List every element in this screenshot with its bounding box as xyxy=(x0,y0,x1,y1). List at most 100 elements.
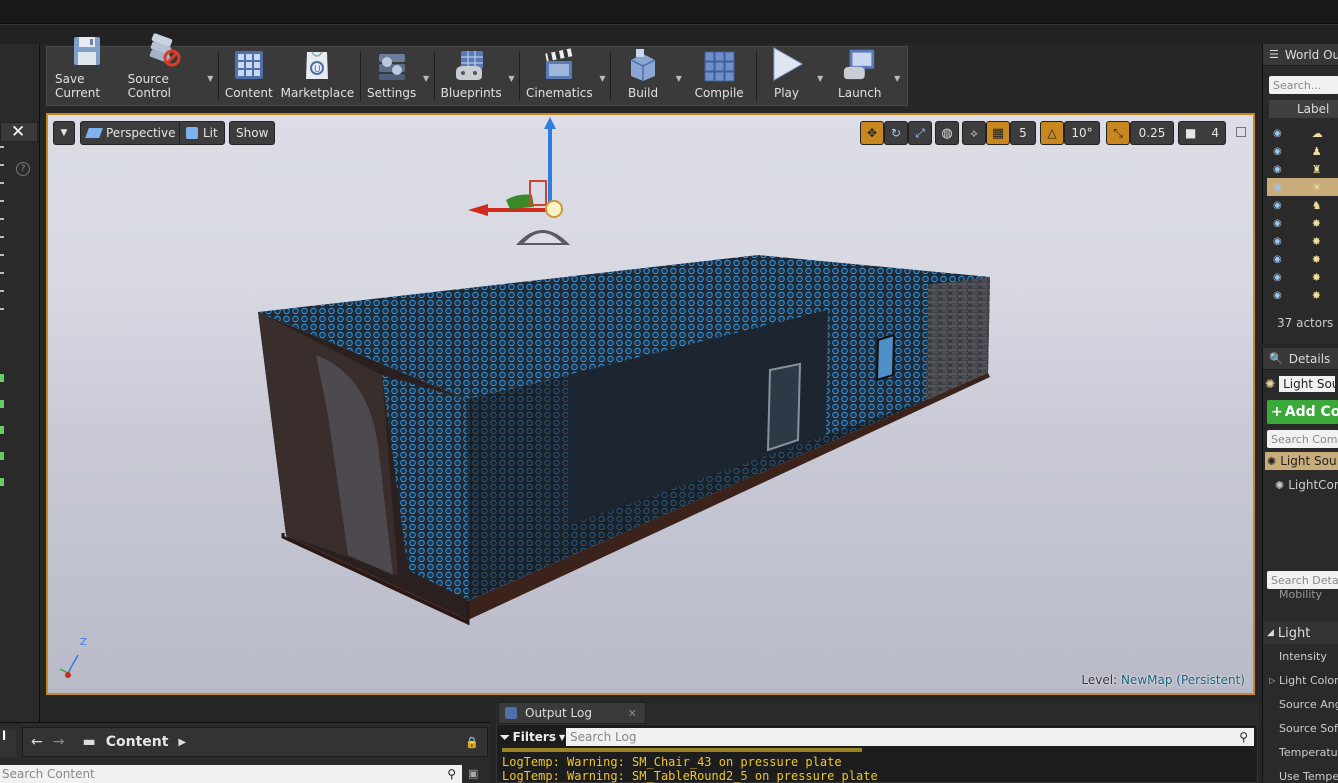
outliner-row[interactable]: ◉ ✸ xyxy=(1267,250,1338,268)
content-path[interactable]: Content xyxy=(106,734,169,750)
maximize-viewport-icon[interactable] xyxy=(1236,127,1246,137)
compile-button[interactable]: Compile xyxy=(685,49,754,103)
scale-mode-button[interactable]: ⤢ xyxy=(908,121,932,145)
scale-snap-label: 0.25 xyxy=(1138,126,1166,140)
build-button[interactable]: Build xyxy=(613,49,673,103)
translate-mode-button[interactable]: ✥ xyxy=(860,121,884,145)
scale-snap-toggle[interactable]: ⤡ xyxy=(1106,121,1130,145)
outliner-row[interactable]: ◉ ✸ xyxy=(1267,214,1338,232)
play-dropdown[interactable]: ▼ xyxy=(814,49,826,103)
visibility-eye-icon[interactable]: ◉ xyxy=(1273,254,1282,265)
outliner-column-header[interactable]: Label xyxy=(1269,100,1338,118)
back-arrow-icon[interactable]: ← xyxy=(31,734,43,750)
camera-speed-button[interactable]: ■ 4 xyxy=(1178,121,1226,145)
outliner-row[interactable]: ◉ ♞ xyxy=(1267,196,1338,214)
launch-dropdown[interactable]: ▼ xyxy=(891,49,903,103)
source-control-dropdown[interactable]: ▼ xyxy=(205,49,217,103)
outliner-row[interactable]: ◉ ☀ xyxy=(1267,178,1338,196)
launch-button[interactable]: Launch xyxy=(826,49,891,103)
visibility-eye-icon[interactable]: ◉ xyxy=(1273,182,1282,193)
expand-arrow-icon[interactable]: ▷ xyxy=(1269,676,1275,685)
label-column: Label xyxy=(1297,102,1330,116)
light-category-header[interactable]: ◢ Light xyxy=(1263,622,1338,644)
perspective-button[interactable]: Perspective xyxy=(80,121,183,145)
scene-render[interactable] xyxy=(48,115,1255,695)
output-log-tab[interactable]: Output Log ✕ xyxy=(498,702,646,724)
filters-button[interactable]: ⏷ Filters ▼ xyxy=(500,727,566,747)
rotation-snap-value[interactable]: 10° xyxy=(1064,121,1100,145)
details-tab[interactable]: 🔍 Details xyxy=(1263,348,1338,370)
log-line: LogTemp: Warning: SM_Chair_43 on pressur… xyxy=(502,755,842,769)
view-mode-button[interactable]: Lit xyxy=(179,121,225,145)
visibility-eye-icon[interactable]: ◉ xyxy=(1273,218,1282,229)
svg-text:U: U xyxy=(314,65,321,75)
property-label: Use Temper xyxy=(1279,770,1338,783)
details-search-input[interactable]: Search Deta xyxy=(1267,571,1338,589)
world-local-button[interactable]: ◍ xyxy=(935,121,959,145)
rotation-snap-toggle[interactable]: △ xyxy=(1040,121,1064,145)
content-search-input[interactable]: Search Content ⚲ xyxy=(0,765,462,783)
chevron-down-icon: ▼ xyxy=(558,732,566,742)
level-viewport[interactable]: ▼ Perspective Lit Show ✥ ↻ ⤢ ◍ ⟡ ▦ 5 △ 1… xyxy=(46,113,1255,695)
visibility-eye-icon[interactable]: ◉ xyxy=(1273,164,1282,175)
visibility-eye-icon[interactable]: ◉ xyxy=(1273,236,1282,247)
cinematics-dropdown[interactable]: ▼ xyxy=(597,49,609,103)
help-icon[interactable]: ? xyxy=(16,162,30,176)
build-dropdown[interactable]: ▼ xyxy=(673,49,685,103)
toolbar-separator xyxy=(218,51,219,101)
log-search-input[interactable]: Search Log ⚲ xyxy=(566,728,1254,746)
rotate-mode-button[interactable]: ↻ xyxy=(884,121,908,145)
settings-dropdown[interactable]: ▼ xyxy=(420,49,432,103)
content-search-placeholder: Search Content xyxy=(2,767,95,781)
blueprints-icon xyxy=(453,48,489,82)
world-outliner-tab[interactable]: ☰ World Ou xyxy=(1263,44,1338,66)
component-search-input[interactable]: Search Comp xyxy=(1267,430,1338,448)
visibility-eye-icon[interactable]: ◉ xyxy=(1273,128,1282,139)
toolbar-separator xyxy=(610,51,612,101)
add-component-button[interactable]: + Add Com xyxy=(1267,400,1338,424)
show-button[interactable]: Show xyxy=(229,121,276,145)
save-all-icon[interactable]: ▣ xyxy=(468,767,478,780)
forward-arrow-icon[interactable]: → xyxy=(53,734,65,750)
close-tab-icon[interactable]: ✕ xyxy=(628,707,637,720)
close-icon[interactable]: ✕ xyxy=(11,122,25,142)
grid-snap-toggle[interactable]: ▦ xyxy=(986,121,1010,145)
play-button[interactable]: Play xyxy=(758,47,814,103)
viewport-options-button[interactable]: ▼ xyxy=(53,121,75,145)
component-root-row[interactable]: ✺ Light Sou xyxy=(1265,452,1338,470)
path-arrow-icon[interactable]: ▶ xyxy=(178,737,186,748)
outliner-row[interactable]: ◉ ✸ xyxy=(1267,232,1338,250)
outliner-row[interactable]: ◉ ♟ xyxy=(1267,142,1338,160)
property-label: Intensity xyxy=(1279,650,1327,663)
outliner-row[interactable]: ◉ ☁ xyxy=(1267,124,1338,142)
outliner-row[interactable]: ◉ ✸ xyxy=(1267,286,1338,304)
marketplace-icon: U xyxy=(299,48,335,82)
outliner-search-input[interactable]: Search... xyxy=(1269,76,1338,94)
visibility-eye-icon[interactable]: ◉ xyxy=(1273,272,1282,283)
light-icon: ✺ xyxy=(1265,377,1276,391)
save-current-button[interactable]: Save Current xyxy=(51,37,124,103)
property-label: Temperatur xyxy=(1279,746,1338,759)
outliner-row[interactable]: ◉ ♜ xyxy=(1267,160,1338,178)
surface-snap-button[interactable]: ⟡ xyxy=(962,121,986,145)
grid-snap-value[interactable]: 5 xyxy=(1010,121,1036,145)
scale-snap-value[interactable]: 0.25 xyxy=(1130,121,1174,145)
blueprints-dropdown[interactable]: ▼ xyxy=(506,49,518,103)
settings-button[interactable]: Settings xyxy=(363,49,420,103)
actor-name-field[interactable]: Light Sou xyxy=(1279,376,1336,392)
toolbar-button-label: Play xyxy=(773,86,799,100)
blueprints-button[interactable]: Blueprints xyxy=(437,49,506,103)
outliner-row[interactable]: ◉ ✸ xyxy=(1267,268,1338,286)
component-child-row[interactable]: ✺ LightCom xyxy=(1275,476,1338,494)
content-button[interactable]: Content xyxy=(221,49,277,103)
visibility-eye-icon[interactable]: ◉ xyxy=(1273,200,1282,211)
visibility-eye-icon[interactable]: ◉ xyxy=(1273,290,1282,301)
actor-type-icon: ☁ xyxy=(1311,126,1323,140)
lock-icon[interactable]: 🔒 xyxy=(465,736,479,749)
output-log-title: Output Log xyxy=(525,706,592,720)
light-category-label: Light xyxy=(1277,625,1311,641)
visibility-eye-icon[interactable]: ◉ xyxy=(1273,146,1282,157)
marketplace-button[interactable]: U Marketplace xyxy=(277,49,359,103)
cinematics-button[interactable]: Cinematics xyxy=(522,48,597,103)
source-control-button[interactable]: Source Control xyxy=(124,33,205,103)
